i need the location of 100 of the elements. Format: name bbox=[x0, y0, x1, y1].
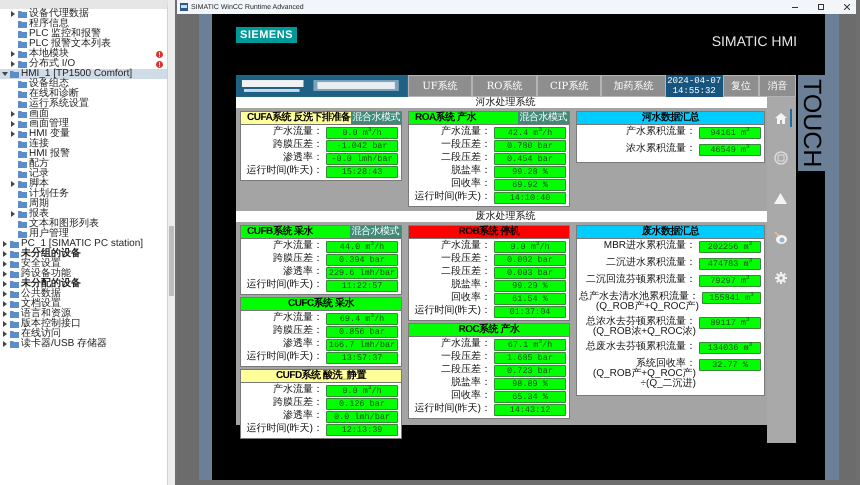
panel-title: ROA系统 产水 bbox=[414, 112, 478, 124]
tree-item[interactable]: 安全设置 bbox=[0, 259, 167, 269]
caret-icon[interactable] bbox=[2, 71, 8, 77]
field-label: 系统回收率： bbox=[636, 358, 696, 369]
tree-item[interactable]: HMI_1 [TP1500 Comfort] bbox=[0, 69, 167, 79]
close-icon[interactable] bbox=[844, 4, 850, 10]
tree-item[interactable]: PLC 监控和报警 bbox=[0, 29, 167, 39]
caret-icon[interactable] bbox=[10, 211, 16, 217]
scrollbar[interactable] bbox=[168, 0, 175, 485]
tree-item[interactable]: 文档设置 bbox=[0, 299, 167, 309]
caret-icon[interactable] bbox=[2, 271, 8, 277]
tree-item[interactable]: 在线访问 bbox=[0, 329, 167, 339]
tree-item[interactable]: 读卡器/USB 存储器 bbox=[0, 339, 167, 349]
value-display: 89117 m$^{3}$ bbox=[699, 317, 761, 329]
caret-icon[interactable] bbox=[10, 121, 16, 127]
value-display: 0.0 lmh/bar bbox=[326, 411, 398, 423]
home-icon bbox=[774, 112, 786, 124]
mode-badge: 混合水模式 bbox=[350, 112, 402, 124]
tree-item[interactable]: 未分配的设备 bbox=[0, 279, 167, 289]
tree-item[interactable]: 未分组的设备 bbox=[0, 249, 167, 259]
formula-note: ÷(Q_二沉进) bbox=[640, 379, 696, 389]
panel-title: ROB系统 停机 bbox=[458, 226, 520, 238]
value-display: 0.394 bar bbox=[326, 254, 398, 266]
value-display: 14:43:12 bbox=[494, 404, 566, 416]
field-label: 跨膜压差： bbox=[273, 139, 323, 150]
value-display: 12:13:39 bbox=[326, 424, 398, 436]
tree-item[interactable]: 报表 bbox=[0, 209, 167, 219]
caret-icon[interactable] bbox=[10, 131, 16, 137]
tree-item[interactable]: PLC 报警文本列表 bbox=[0, 39, 167, 49]
tree-item[interactable]: HMI 报警 bbox=[0, 149, 167, 159]
tree-item[interactable]: 设备组态 bbox=[0, 79, 167, 89]
tree-item[interactable]: 画面管理 bbox=[0, 119, 167, 129]
caret-icon[interactable] bbox=[10, 181, 16, 187]
panel-title: CUFD系统 酸洗_静置 bbox=[276, 370, 366, 382]
tree-item[interactable]: 设备代理数据 bbox=[0, 9, 167, 19]
field-label: 产水流量： bbox=[273, 240, 323, 251]
tree-item[interactable]: 分布式 I/O bbox=[0, 59, 167, 69]
value-display: 42.4 m$^{3}$/h bbox=[494, 127, 566, 139]
caret-icon[interactable] bbox=[2, 341, 8, 347]
tree-item[interactable]: 文本和图形列表 bbox=[0, 219, 167, 229]
field-label: 运行时间(昨天)： bbox=[246, 279, 323, 290]
mode-badge: 混合水模式 bbox=[518, 112, 569, 124]
value-display: 61.54 % bbox=[494, 293, 566, 305]
tree-item[interactable]: 脚本 bbox=[0, 179, 167, 189]
tree-item[interactable]: 用户管理 bbox=[0, 229, 167, 239]
caret-icon[interactable] bbox=[10, 51, 16, 57]
tree-item[interactable]: 连接 bbox=[0, 139, 167, 149]
tree-item[interactable]: 周期 bbox=[0, 199, 167, 209]
caret-icon[interactable] bbox=[2, 331, 8, 337]
field-label: 回收率： bbox=[451, 390, 491, 401]
field-label: 回收率： bbox=[451, 178, 491, 189]
tree-item[interactable]: 本地模块 bbox=[0, 49, 167, 59]
caret-icon[interactable] bbox=[2, 281, 8, 287]
field-label: 总产水去清水池累积流量： bbox=[579, 291, 699, 302]
field-label: 渗透率： bbox=[283, 152, 323, 163]
caret-icon[interactable] bbox=[10, 61, 16, 67]
value-display: 13:57:37 bbox=[326, 352, 398, 364]
field-label: 总浓水去芬顿累积流量： bbox=[586, 316, 696, 327]
value-display: 202256 m$^{3}$ bbox=[699, 241, 761, 253]
formula-note: (Q_ROB产+Q_ROC产) bbox=[592, 369, 696, 379]
caret-icon[interactable] bbox=[2, 301, 8, 307]
field-label: 产水累积流量： bbox=[626, 126, 696, 137]
caret-icon[interactable] bbox=[10, 11, 16, 17]
caret-icon[interactable] bbox=[2, 261, 8, 267]
minimize-icon[interactable] bbox=[792, 4, 798, 10]
caret-icon[interactable] bbox=[2, 321, 8, 327]
value-display: 67.1 m$^{3}$/h bbox=[494, 339, 566, 351]
value-display: 98.89 % bbox=[494, 378, 566, 390]
tree-item[interactable]: HMI 变量 bbox=[0, 129, 167, 139]
tree-item[interactable]: PC_1 [SIMATIC PC station] bbox=[0, 239, 167, 249]
tree-item[interactable]: 跨设备功能 bbox=[0, 269, 167, 279]
field-label: 脱盐率： bbox=[451, 279, 491, 290]
tree-item[interactable]: 公共数据 bbox=[0, 289, 167, 299]
tree-item[interactable]: 程序信息 bbox=[0, 19, 167, 29]
tree-item[interactable]: 画面 bbox=[0, 109, 167, 119]
tree-item[interactable]: 在线和诊断 bbox=[0, 89, 167, 99]
value-display: 99.28 % bbox=[494, 166, 566, 178]
tree-item[interactable]: 配方 bbox=[0, 159, 167, 169]
app-icon bbox=[180, 3, 188, 11]
field-label: 二段压差： bbox=[441, 266, 491, 277]
maximize-icon[interactable] bbox=[818, 4, 824, 10]
field-label: 跨膜压差： bbox=[273, 253, 323, 264]
tree-item[interactable]: 运行系统设置 bbox=[0, 99, 167, 109]
caret-icon[interactable] bbox=[2, 251, 8, 257]
caret-icon[interactable] bbox=[10, 111, 16, 117]
field-label: 一段压差： bbox=[441, 139, 491, 150]
field-label: 产水流量： bbox=[273, 384, 323, 395]
tree-item[interactable]: 语言和资源 bbox=[0, 309, 167, 319]
caret-icon[interactable] bbox=[2, 291, 8, 297]
tree-item[interactable]: 版本控制接口 bbox=[0, 319, 167, 329]
formula-note: (Q_ROB产+Q_ROC产) bbox=[596, 302, 699, 312]
caret-icon[interactable] bbox=[2, 241, 8, 247]
tree-item[interactable]: 计划任务 bbox=[0, 189, 167, 199]
tree-item[interactable]: 记录 bbox=[0, 169, 167, 179]
value-display: 94161 m$^{3}$ bbox=[699, 127, 761, 139]
caret-icon[interactable] bbox=[2, 311, 8, 317]
field-label: 产水流量： bbox=[441, 338, 491, 349]
value-display: 15:28:43 bbox=[326, 166, 398, 178]
field-label: 跨膜压差： bbox=[273, 325, 323, 336]
field-label: 浓水累积流量： bbox=[626, 143, 696, 154]
